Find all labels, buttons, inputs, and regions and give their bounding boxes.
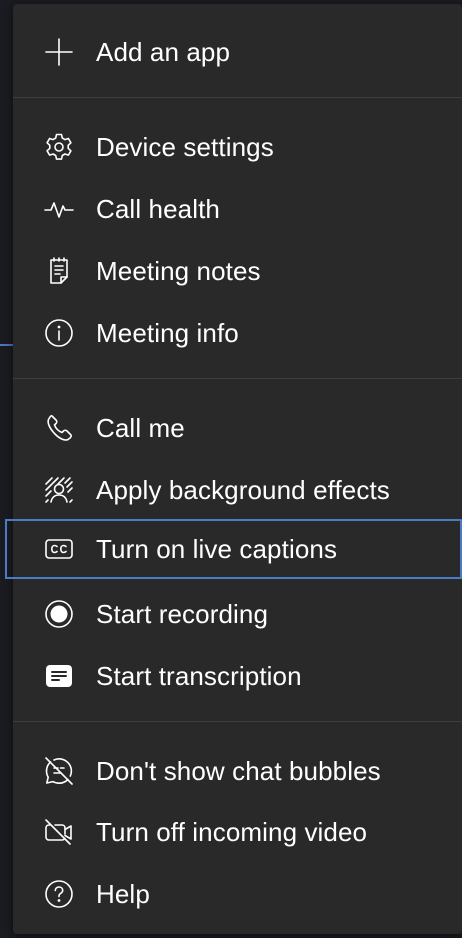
menu-item-label: Call me (96, 412, 185, 443)
menu-item-label: Start recording (96, 598, 269, 629)
background-effects-icon (42, 473, 76, 507)
more-actions-menu: Add an app Device settings Call health M… (5, 4, 462, 934)
phone-icon (42, 411, 76, 445)
menu-item-dont-show-chat-bubbles[interactable]: Don't show chat bubbles (13, 741, 462, 801)
help-icon (42, 877, 76, 911)
menu-item-call-me[interactable]: Call me (13, 398, 462, 458)
menu-item-start-transcription[interactable]: Start transcription (13, 646, 462, 706)
menu-item-label: Apply background effects (96, 474, 390, 505)
menu-divider (13, 378, 462, 379)
chat-bubble-off-icon (42, 754, 76, 788)
info-icon (42, 316, 76, 350)
record-icon (42, 597, 76, 631)
menu-item-label: Help (96, 878, 150, 909)
menu-item-help[interactable]: Help (13, 864, 462, 924)
notes-icon (42, 254, 76, 288)
menu-item-call-health[interactable]: Call health (13, 179, 462, 239)
menu-item-label: Device settings (96, 131, 274, 162)
menu-item-meeting-notes[interactable]: Meeting notes (13, 241, 462, 301)
menu-item-label: Add an app (96, 36, 231, 67)
menu-item-turn-on-live-captions[interactable]: Turn on live captions (5, 519, 462, 579)
menu-divider (13, 97, 462, 98)
closed-captions-icon (42, 532, 76, 566)
background-selection-line (0, 344, 13, 346)
menu-item-apply-background-effects[interactable]: Apply background effects (13, 460, 462, 520)
menu-item-label: Meeting info (96, 317, 239, 348)
menu-item-label: Start transcription (96, 660, 302, 691)
gear-icon (42, 130, 76, 164)
menu-item-label: Turn off incoming video (96, 816, 368, 847)
menu-item-label: Turn on live captions (96, 533, 338, 564)
menu-divider (13, 721, 462, 722)
menu-item-label: Meeting notes (96, 255, 261, 286)
menu-item-label: Call health (96, 193, 220, 224)
menu-item-start-recording[interactable]: Start recording (13, 584, 462, 644)
menu-item-device-settings[interactable]: Device settings (13, 117, 462, 177)
video-off-icon (42, 815, 76, 849)
menu-item-add-an-app[interactable]: Add an app (13, 22, 462, 82)
plus-icon (42, 35, 76, 69)
menu-item-turn-off-incoming-video[interactable]: Turn off incoming video (13, 802, 462, 862)
menu-item-meeting-info[interactable]: Meeting info (13, 303, 462, 363)
transcript-icon (42, 659, 76, 693)
menu-item-label: Don't show chat bubbles (96, 755, 381, 786)
pulse-icon (42, 192, 76, 226)
